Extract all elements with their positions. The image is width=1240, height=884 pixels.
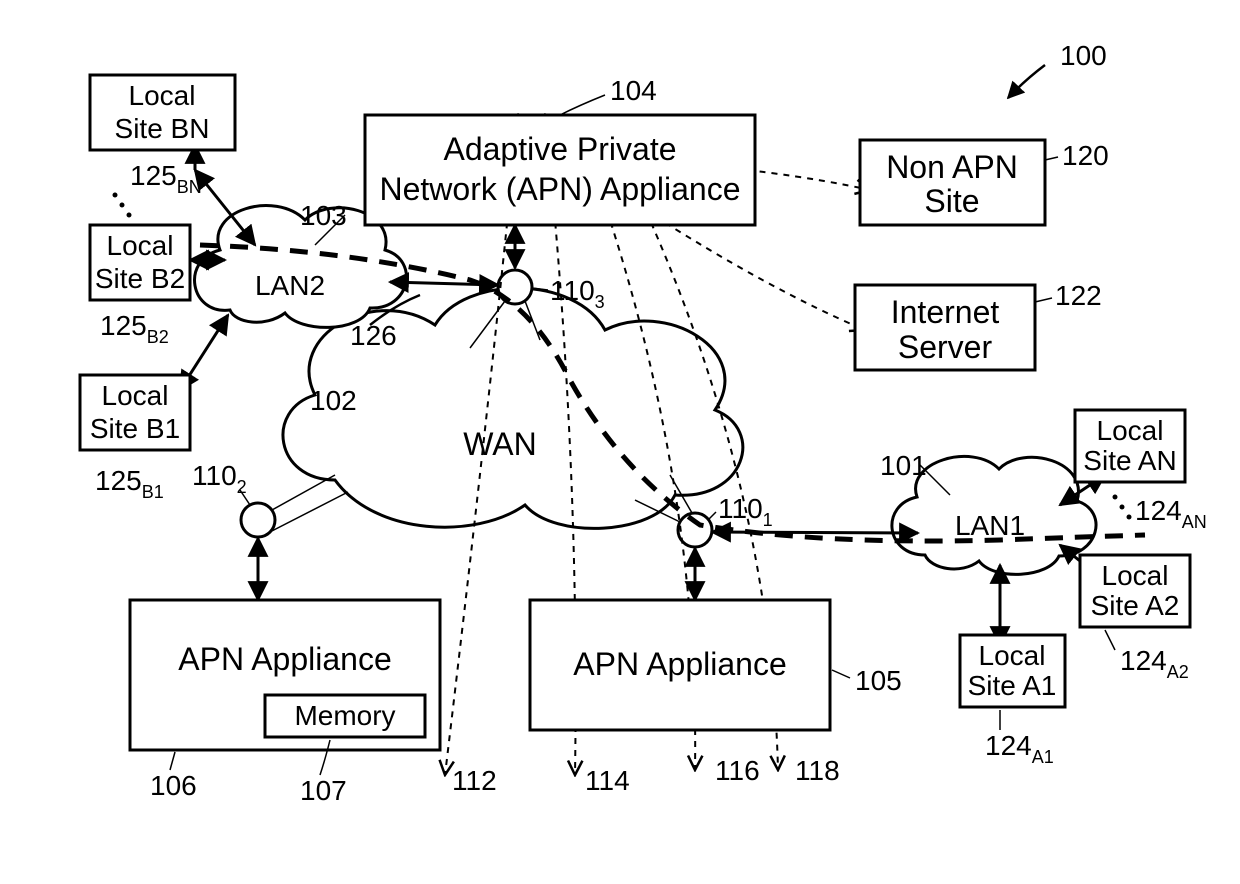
svg-text:Local: Local xyxy=(129,80,196,111)
inet-ref: 122 xyxy=(1055,280,1102,311)
svg-text:Local: Local xyxy=(102,380,169,411)
wan-ref: 102 xyxy=(310,385,357,416)
svg-text:125B2: 125B2 xyxy=(100,310,169,347)
svg-text:APN Appliance: APN Appliance xyxy=(178,641,391,677)
svg-text:Site B2: Site B2 xyxy=(95,263,185,294)
non-apn-ref: 120 xyxy=(1062,140,1109,171)
lan1-label: LAN1 xyxy=(955,510,1025,541)
svg-text:Non APN: Non APN xyxy=(886,149,1018,185)
svg-text:Local: Local xyxy=(107,230,174,261)
apn-main-appliance: Adaptive Private Network (APN) Appliance xyxy=(365,115,755,225)
local-site-b1: Local Site B1 xyxy=(80,375,190,450)
lan2-label: LAN2 xyxy=(255,270,325,301)
svg-text:Memory: Memory xyxy=(294,700,395,731)
lan2-ref: 103 xyxy=(300,200,347,231)
local-site-a1: Local Site A1 xyxy=(960,635,1065,707)
local-site-b2: Local Site B2 xyxy=(90,225,190,300)
figure-ref: 100 xyxy=(1008,40,1107,98)
svg-text:Local: Local xyxy=(1097,415,1164,446)
svg-text:Local: Local xyxy=(979,640,1046,671)
path-126-ref: 126 xyxy=(350,320,397,351)
non-apn-site: Non APN Site xyxy=(860,140,1045,225)
svg-text:1102: 1102 xyxy=(192,460,247,497)
node-110-1-ref: 1101 xyxy=(708,493,773,530)
svg-text:Site AN: Site AN xyxy=(1083,445,1176,476)
svg-text:125B1: 125B1 xyxy=(95,465,164,502)
local-site-a2: Local Site A2 xyxy=(1080,555,1190,627)
apn-main-ref: 104 xyxy=(610,75,657,106)
svg-text:Server: Server xyxy=(898,329,993,365)
svg-text:Internet: Internet xyxy=(891,294,1000,330)
apn-left-ref: 106 xyxy=(150,770,197,801)
local-site-bn: Local Site BN xyxy=(90,75,235,150)
svg-text:124A1: 124A1 xyxy=(985,730,1054,767)
svg-text:Site BN: Site BN xyxy=(115,113,210,144)
svg-text:124AN: 124AN xyxy=(1135,495,1207,532)
internet-server: Internet Server xyxy=(855,285,1035,370)
apn-right-ref: 105 xyxy=(855,665,902,696)
ref-118: 118 xyxy=(795,755,840,786)
apn-appliance-right: APN Appliance xyxy=(530,600,830,730)
svg-text:Site B1: Site B1 xyxy=(90,413,180,444)
network-diagram: 100 WAN 102 LAN2 103 LAN1 101 1103 1102 … xyxy=(0,0,1240,884)
ref-116: 116 xyxy=(715,755,760,786)
local-site-an: Local Site AN xyxy=(1075,410,1185,482)
svg-text:Adaptive Private: Adaptive Private xyxy=(443,131,676,167)
svg-text:Site A1: Site A1 xyxy=(968,670,1057,701)
figure-ref-label: 100 xyxy=(1060,40,1107,71)
svg-text:Site: Site xyxy=(924,183,979,219)
svg-text:Network (APN) Appliance: Network (APN) Appliance xyxy=(379,171,740,207)
ref-112: 112 xyxy=(452,765,497,796)
svg-text:APN Appliance: APN Appliance xyxy=(573,646,786,682)
memory-ref: 107 xyxy=(300,775,347,806)
apn-appliance-left: APN Appliance Memory xyxy=(130,600,440,750)
ref-114: 114 xyxy=(585,765,630,796)
wan-label: WAN xyxy=(463,426,536,462)
svg-text:125BN: 125BN xyxy=(130,160,202,197)
svg-text:124A2: 124A2 xyxy=(1120,645,1189,682)
svg-text:Local: Local xyxy=(1102,560,1169,591)
node-110-2-ref: 1102 xyxy=(192,460,250,505)
svg-text:Site A2: Site A2 xyxy=(1091,590,1180,621)
